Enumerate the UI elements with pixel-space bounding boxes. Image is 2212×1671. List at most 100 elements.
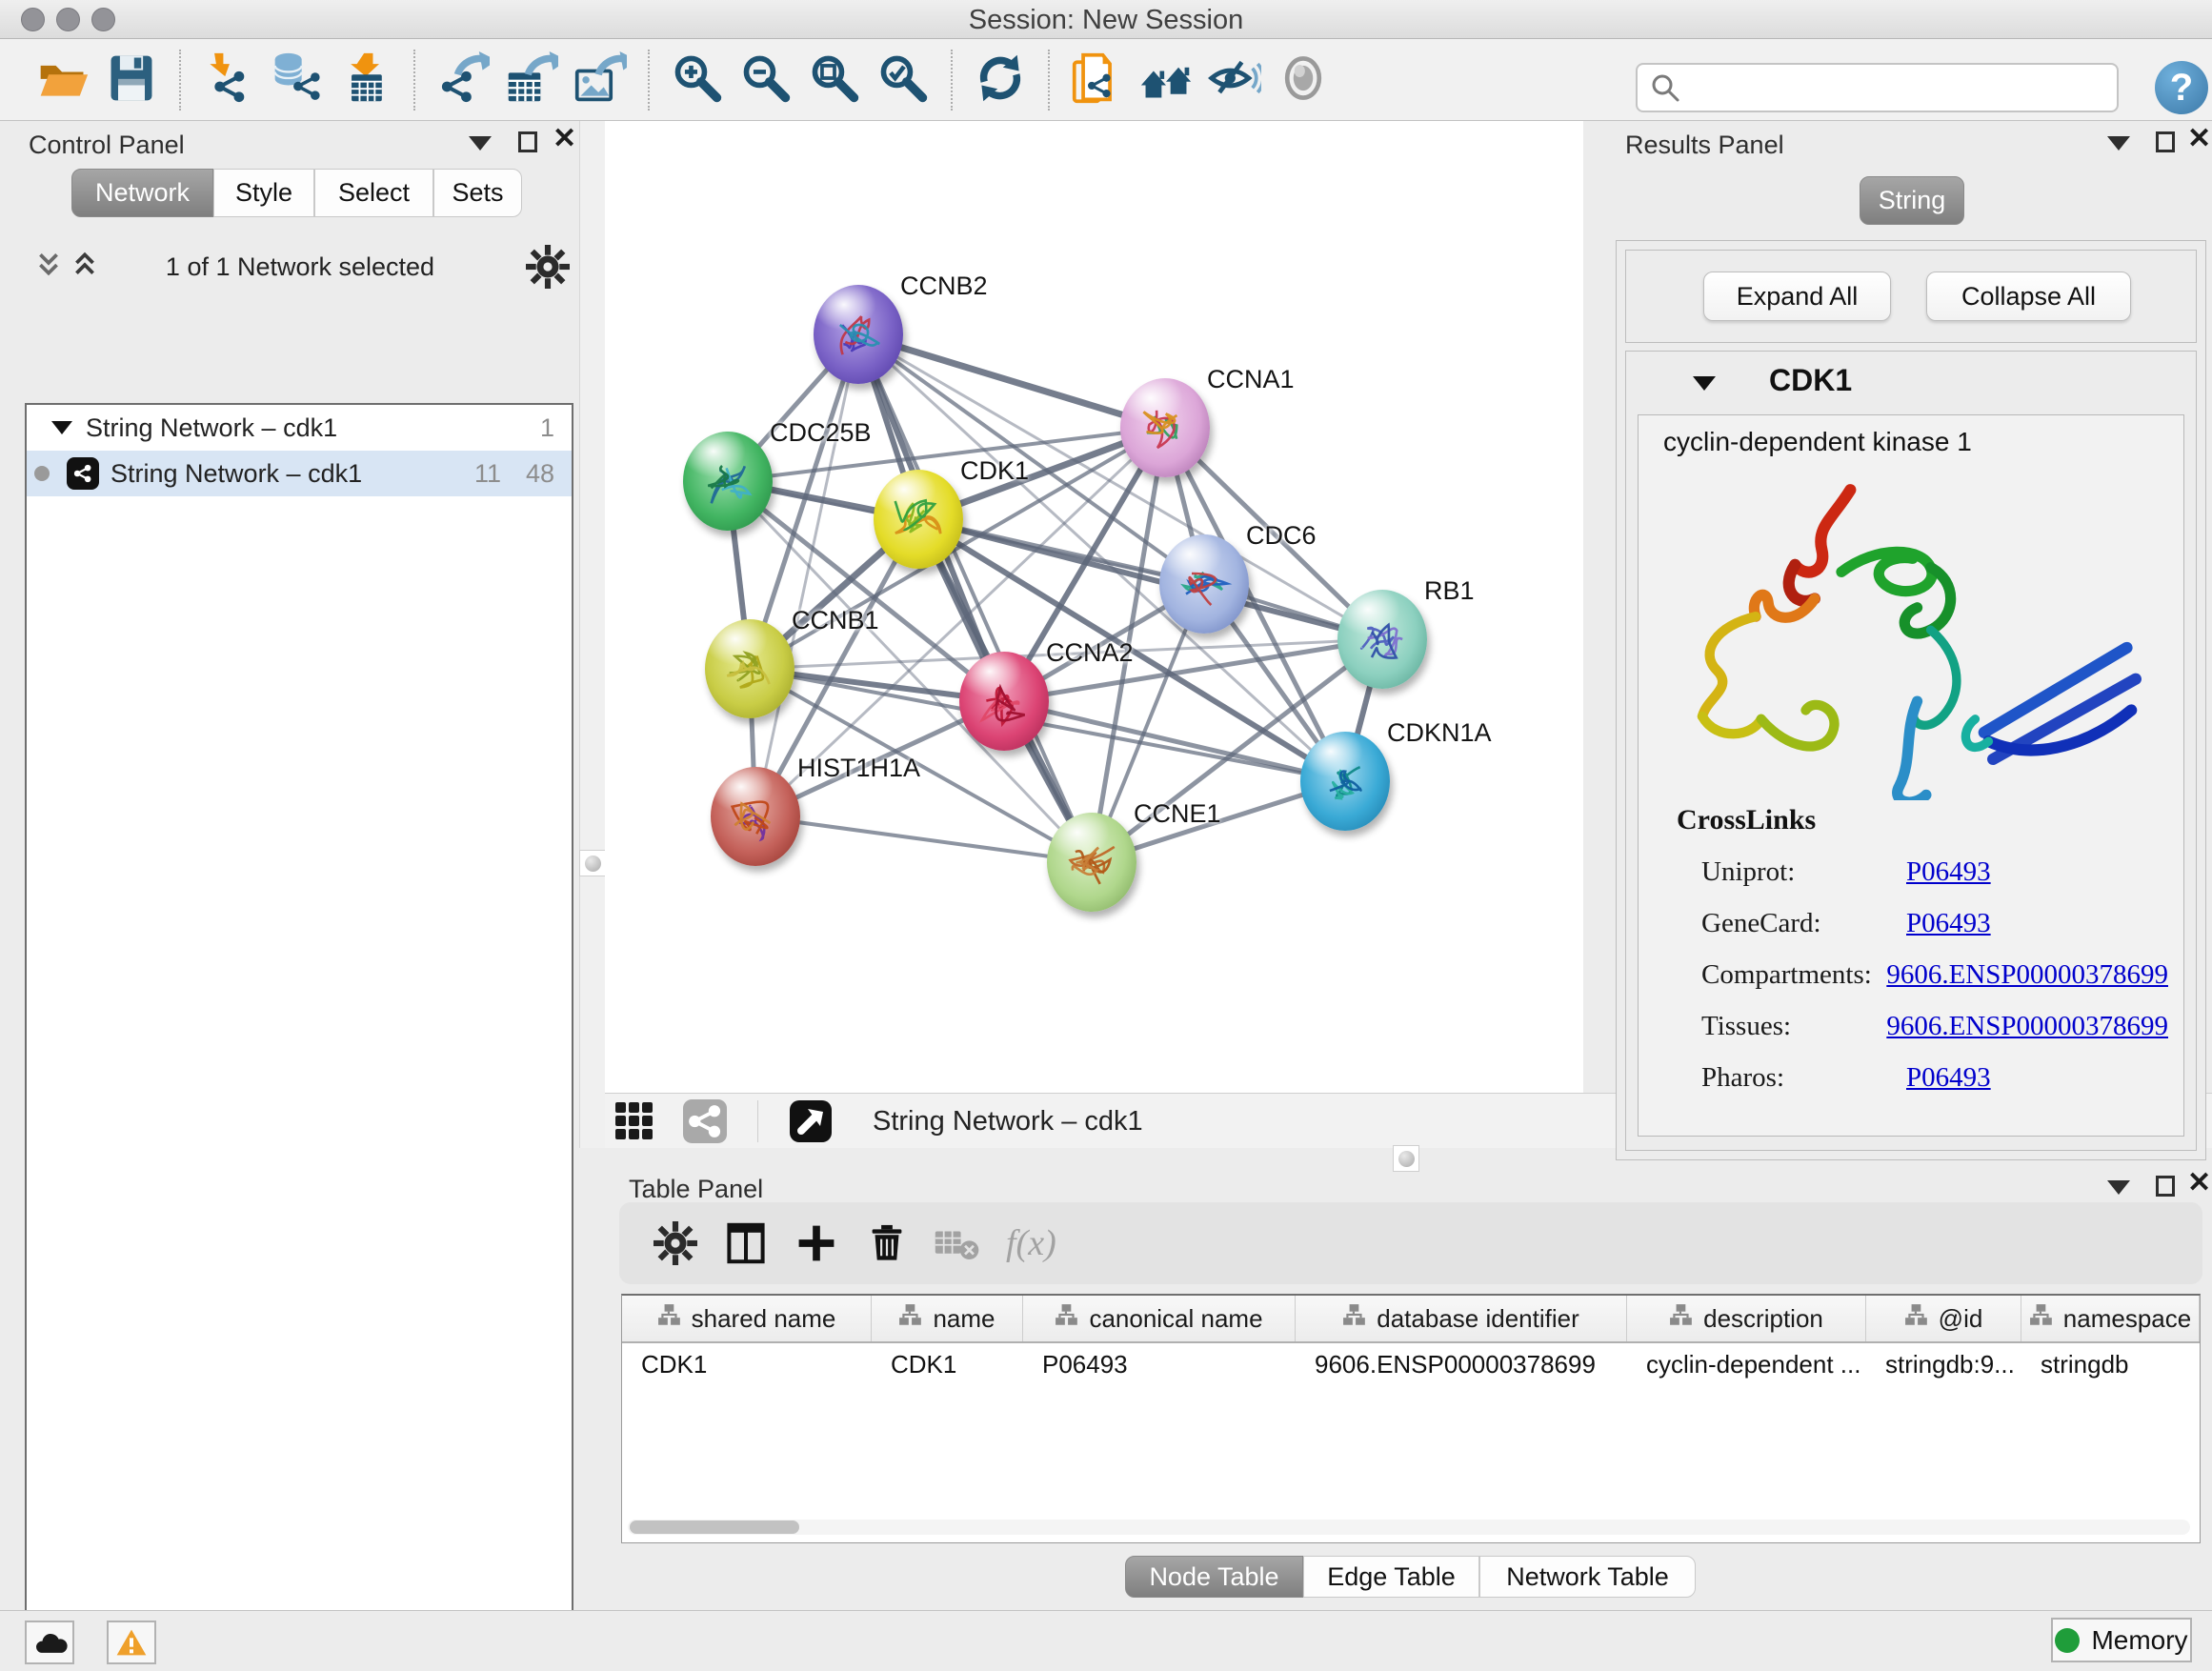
update-network-button[interactable] [972,50,1029,110]
network-selection-summary: 1 of 1 Network selected [114,252,486,282]
node-section-collapse-icon[interactable] [1693,376,1716,391]
import-network-database-button[interactable] [269,50,326,110]
column-header-namespace[interactable]: namespace [2021,1296,2200,1341]
zoom-selected-button[interactable] [875,50,932,110]
crosslink-link[interactable]: 9606.ENSP00000378699 [1886,959,2168,991]
export-table-button[interactable] [503,50,560,110]
import-table-button[interactable] [337,50,394,110]
results-panel-float-icon[interactable] [2156,131,2175,152]
table-panel-menu-icon[interactable] [2107,1180,2130,1195]
crosslink-link[interactable]: P06493 [1906,1062,1991,1094]
crosslink-label: Pharos: [1701,1062,1906,1094]
network-edges-layer[interactable] [605,121,1583,1093]
tab-style[interactable]: Style [213,169,314,217]
table-options-gear-icon[interactable] [648,1215,703,1272]
tab-node-table[interactable]: Node Table [1125,1556,1303,1598]
cloud-status-button[interactable] [25,1621,74,1664]
network-node-ccnb2[interactable] [814,285,903,384]
export-network-button[interactable] [434,50,492,110]
import-network-file-button[interactable] [200,50,257,110]
crosslink-label: GeneCard: [1701,908,1906,939]
memory-button[interactable]: Memory [2051,1618,2192,1662]
network-collection-row[interactable]: String Network – cdk1 1 [27,405,572,451]
column-header-canonical-name[interactable]: canonical name [1023,1296,1296,1341]
crosslink-link[interactable]: P06493 [1906,856,1991,888]
collapse-all-button[interactable]: Collapse All [1926,272,2131,321]
export-table-icon [505,51,558,108]
results-panel-menu-icon[interactable] [2107,136,2130,151]
tab-select[interactable]: Select [314,169,433,217]
protein-structure-image [1646,465,2176,800]
left-splitter-handle[interactable] [579,850,606,876]
column-header-description[interactable]: description [1627,1296,1866,1341]
zoom-in-button[interactable] [669,50,726,110]
create-column-icon[interactable] [789,1215,844,1272]
hide-graphics-details-button[interactable] [1206,50,1263,110]
network-options-gear-icon[interactable] [526,245,570,293]
tree-expand-icon[interactable] [51,421,72,434]
zoom-out-button[interactable] [737,50,794,110]
control-panel-close-icon[interactable]: ✕ [553,129,576,150]
network-node-ccnb1[interactable] [705,619,794,718]
import-database-icon [271,51,324,108]
export-image-button[interactable] [572,50,629,110]
table-panel-close-icon[interactable]: ✕ [2187,1173,2211,1194]
open-document-share-button[interactable] [1069,50,1126,110]
tab-network-table[interactable]: Network Table [1479,1556,1696,1598]
delete-column-trash-icon[interactable] [859,1215,915,1272]
network-share-view-icon[interactable] [677,1093,733,1150]
network-node-hist1h1a[interactable] [711,767,800,866]
expand-all-networks-icon[interactable] [70,250,99,283]
crosslink-link[interactable]: 9606.ENSP00000378699 [1886,1011,2168,1042]
column-header-shared-name[interactable]: shared name [622,1296,872,1341]
status-bar: Memory [0,1610,2212,1671]
save-session-button[interactable] [103,50,160,110]
table-horizontal-scrollbar[interactable] [628,1520,2190,1535]
grid-view-icon[interactable] [607,1093,662,1150]
node-section-title: CDK1 [1769,363,1852,398]
network-node-cdc6[interactable] [1159,534,1249,634]
network-node-ccne1[interactable] [1047,813,1136,912]
help-button[interactable]: ? [2155,61,2208,114]
tab-network[interactable]: Network [71,169,213,217]
network-node-cdkn1a[interactable] [1300,732,1390,831]
collapse-all-networks-icon[interactable] [34,250,63,283]
column-header-database-identifier[interactable]: database identifier [1296,1296,1627,1341]
column-header-name[interactable]: name [872,1296,1023,1341]
crosslink-link[interactable]: P06493 [1906,908,1991,939]
search-field[interactable] [1636,63,2119,112]
search-input[interactable] [1689,72,2117,104]
show-columns-icon[interactable] [718,1215,774,1272]
window-title: Session: New Session [0,5,2212,36]
network-node-rb1[interactable] [1337,590,1427,689]
network-node-ccna2[interactable] [959,652,1049,751]
export-image-icon [573,51,627,108]
table-cell: CDK1 [872,1343,1023,1385]
birds-eye-view-icon[interactable] [783,1093,838,1150]
table-row[interactable]: CDK1CDK1P064939606.ENSP00000378699cyclin… [622,1343,2200,1385]
show-graphics-details-button[interactable] [1275,50,1332,110]
results-panel-close-icon[interactable]: ✕ [2187,129,2211,150]
column-header--id[interactable]: @id [1866,1296,2021,1341]
control-panel-menu-icon[interactable] [469,136,492,151]
table-panel-float-icon[interactable] [2156,1176,2175,1197]
network-node-cdk1[interactable] [874,470,963,569]
column-sort-tree-icon [2029,1303,2054,1335]
zoom-fit-button[interactable] [806,50,863,110]
tab-edge-table[interactable]: Edge Table [1303,1556,1479,1598]
table-header-row: shared namenamecanonical namedatabase id… [622,1296,2200,1343]
tab-string[interactable]: String [1860,176,1964,225]
home-button[interactable] [1137,50,1195,110]
open-file-button[interactable] [34,50,91,110]
eye-slash-icon [1208,51,1261,108]
tab-sets[interactable]: Sets [433,169,522,217]
network-node-cdc25b[interactable] [683,432,773,531]
network-row-selected[interactable]: String Network – cdk1 11 48 [27,451,572,496]
expand-all-button[interactable]: Expand All [1703,272,1891,321]
control-panel-float-icon[interactable] [518,131,537,152]
warnings-button[interactable] [107,1621,156,1664]
network-node-ccna1[interactable] [1120,378,1210,477]
network-view[interactable]: CCNB2CCNA1CDC25BCDK1CDC6RB1CCNB1CCNA2CDK… [605,121,1583,1093]
crosslink-label: Compartments: [1701,959,1886,991]
left-splitter[interactable] [579,121,606,1148]
